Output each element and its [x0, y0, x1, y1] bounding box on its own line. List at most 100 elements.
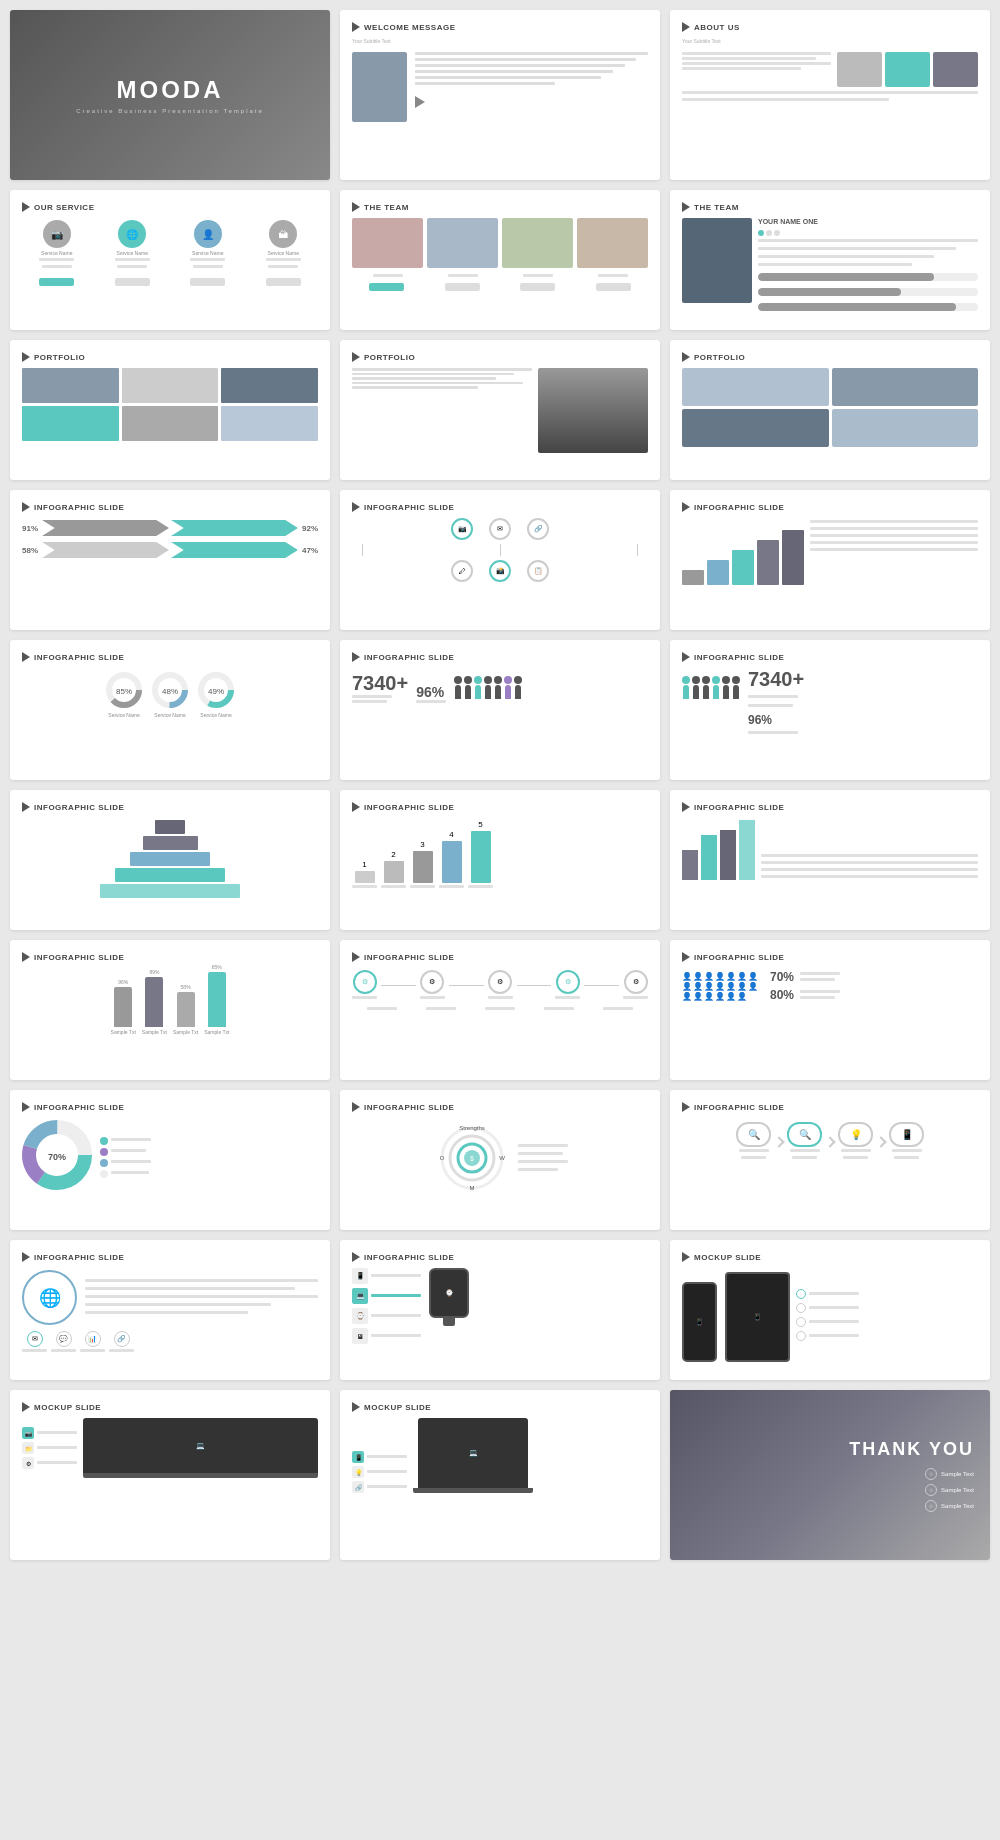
- info9-text: [761, 854, 978, 880]
- service-btn-1[interactable]: [39, 278, 74, 286]
- legend-item-1: [100, 1137, 151, 1145]
- pp-p20: 👤: [737, 992, 747, 1001]
- slide-mockup2: MOCKUP SLIDE 📷 📁 ⚙ 💻: [10, 1390, 330, 1560]
- mockup1-content: 📱 📱: [682, 1268, 978, 1362]
- slide-arrow-icon: [352, 502, 360, 512]
- service-icons: 📷 Service Name 🌐 Service Name 👤 Service …: [22, 220, 318, 270]
- slide-team2-title: THE TEAM: [682, 202, 978, 212]
- slide-info17: INFOGRAPHIC SLIDE 📱 💻 ⌚ 🖥: [340, 1240, 660, 1380]
- team-btn-2[interactable]: [445, 283, 480, 291]
- service-icon-mountain: 🏔: [269, 220, 297, 248]
- team-photo-2: [427, 218, 498, 268]
- service-item-1: 📷 Service Name: [39, 220, 74, 270]
- svg-text:M: M: [470, 1185, 475, 1191]
- slide-welcome-title: WELCOME MESSAGE: [352, 22, 648, 32]
- mockup2-icon-1: 📷: [22, 1427, 77, 1439]
- pp-stat-1: 70%: [770, 970, 840, 984]
- team2-info: YOUR NAME ONE: [758, 218, 978, 311]
- service-btn-4[interactable]: [266, 278, 301, 286]
- globe-icon-2: 💬: [51, 1331, 76, 1354]
- service-btn-3[interactable]: [190, 278, 225, 286]
- pp-p13: 👤: [737, 982, 747, 991]
- team-photos: [352, 218, 648, 268]
- stair-chart: [682, 530, 804, 585]
- laptop-base: [83, 1473, 318, 1478]
- pp-p8: 👤: [682, 982, 692, 991]
- mockup2-content: 📷 📁 ⚙ 💻: [22, 1418, 318, 1478]
- info8-steps: 1 2 3 4 5: [352, 820, 648, 890]
- vbar-label-4: 65%: [212, 964, 222, 970]
- globe-icon: 🌐: [22, 1270, 77, 1325]
- pp-num-2: 80%: [770, 988, 794, 1002]
- vbar-label-3: 58%: [181, 984, 191, 990]
- search-shape-3: 💡: [838, 1122, 873, 1147]
- team-btn-1[interactable]: [369, 283, 404, 291]
- person-6: [504, 676, 512, 699]
- person-t3: [702, 676, 710, 699]
- stair-col-3: [732, 550, 754, 585]
- slide-arrow-icon: [682, 652, 690, 662]
- slide-welcome-sub: Your Subtitle Text: [352, 38, 648, 44]
- donut-item-2: 48% Service Name: [150, 670, 190, 718]
- flow-item-2: ⚙: [420, 970, 445, 1001]
- info1-val2: 92%: [302, 524, 318, 533]
- mockup2-icon-3: ⚙: [22, 1457, 77, 1469]
- info13-pie: 70%: [22, 1120, 92, 1194]
- watch-area: ⌚: [429, 1268, 469, 1326]
- flow-line-4: [584, 985, 619, 986]
- search-arrow-3: [875, 1136, 886, 1147]
- team-btn-4[interactable]: [596, 283, 631, 291]
- stair-col-2: [707, 560, 729, 585]
- info5-people: [454, 676, 522, 699]
- text-line: [415, 70, 613, 73]
- thankyou-title: THANK YOU: [849, 1439, 974, 1460]
- ty-label-2: Sample Text: [941, 1487, 974, 1493]
- vbar-1: [114, 987, 132, 1027]
- slide-arrow-icon: [352, 22, 360, 32]
- pp-p19: 👤: [726, 992, 736, 1001]
- vbar-3: [177, 992, 195, 1027]
- people-percent: 👤 👤 👤 👤 👤 👤 👤 👤 👤 👤 👤 👤 👤 👤 👤 👤 👤 👤 👤: [682, 970, 978, 1002]
- search-item-4: 📱: [889, 1122, 924, 1161]
- pyramid-row-1: [155, 820, 185, 834]
- step-num-4: 4: [449, 830, 453, 839]
- info1-val4: 47%: [302, 546, 318, 555]
- search-flow: 🔍 🔍 💡 📱: [682, 1122, 978, 1161]
- ty-icon-2: ○: [925, 1484, 937, 1496]
- slide-info2-title: INFOGRAPHIC SLIDE: [352, 502, 648, 512]
- pp-p10: 👤: [704, 982, 714, 991]
- pp-stat-2: 80%: [770, 988, 840, 1002]
- stair-col-1: [682, 570, 704, 585]
- slide-info13: INFOGRAPHIC SLIDE 70%: [10, 1090, 330, 1230]
- port-img-1: [22, 368, 119, 403]
- svg-text:W: W: [499, 1155, 505, 1161]
- bar3d-group: [682, 820, 755, 880]
- port2-text: [352, 368, 532, 453]
- conn-circle-4: 🖊: [451, 560, 473, 582]
- pp-p4: 👤: [715, 972, 725, 981]
- port-img-3: [221, 368, 318, 403]
- slide-service-title: OUR SERVICE: [22, 202, 318, 212]
- vbar-name-1: Sample Txt: [111, 1029, 136, 1035]
- service-btn-2[interactable]: [115, 278, 150, 286]
- vbar-item-3: 58% Sample Txt: [173, 984, 198, 1035]
- portfolio2-content: [352, 368, 648, 453]
- mockup2-icon-2: 📁: [22, 1442, 77, 1454]
- team-btn-3[interactable]: [520, 283, 555, 291]
- slide-info10-title: INFOGRAPHIC SLIDE: [22, 952, 318, 962]
- watch-strap-bottom: [443, 1318, 455, 1326]
- flow-item-1: ⚙: [352, 970, 377, 1001]
- flow-item-5: ⚙: [623, 970, 648, 1001]
- flow-icon-4: ⚙: [556, 970, 580, 994]
- vbar-name-2: Sample Txt: [142, 1029, 167, 1035]
- bar3d-2: [701, 835, 717, 880]
- stair-col-5: [782, 530, 804, 585]
- info6-stats: 7340+ 96%: [748, 668, 804, 736]
- vbar-item-2: 89% Sample Txt: [142, 969, 167, 1035]
- about-content: [682, 52, 978, 87]
- vbar-name-4: Sample Txt: [204, 1029, 229, 1035]
- slide-info16-title: INFOGRAPHIC SLIDE: [22, 1252, 318, 1262]
- device-icon-1: 📱: [352, 1268, 368, 1284]
- globe-info: 🌐: [22, 1270, 318, 1325]
- team2-photo: [682, 218, 752, 303]
